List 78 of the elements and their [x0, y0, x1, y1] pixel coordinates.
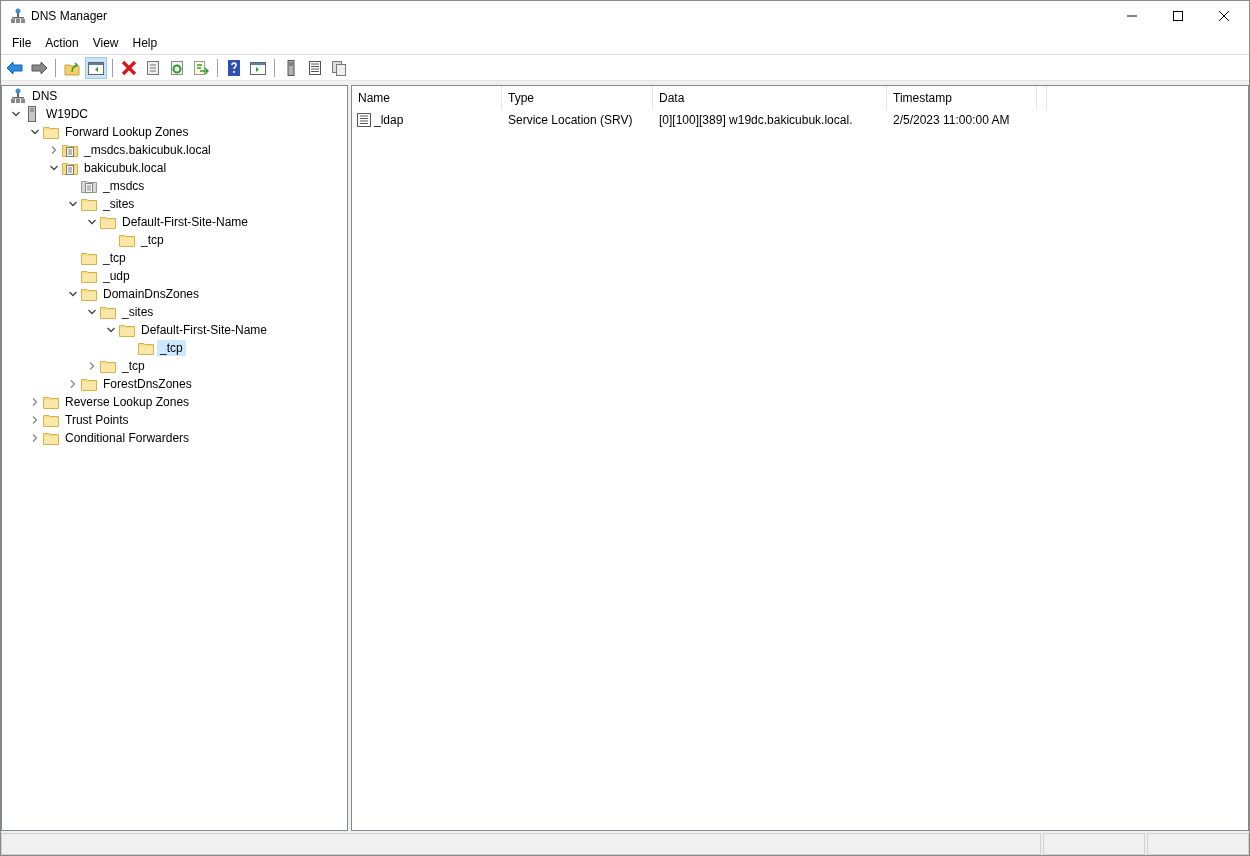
zone-file-icon	[62, 160, 78, 176]
folder-icon	[119, 322, 135, 338]
folder-icon	[138, 340, 154, 356]
chevron-down-icon[interactable]	[87, 217, 97, 227]
tree-item[interactable]: bakicubuk.local	[81, 160, 170, 176]
column-header[interactable]: Name	[352, 86, 502, 110]
tree-item[interactable]: ForestDnsZones	[100, 376, 195, 392]
copy-icon	[330, 58, 348, 77]
tree-item[interactable]: Trust Points	[62, 412, 132, 428]
folder-icon	[81, 286, 97, 302]
chevron-right-icon[interactable]	[87, 361, 97, 371]
folder-icon	[81, 196, 97, 212]
table-cell: 2/5/2023 11:00:00 AM	[893, 113, 1010, 127]
delete-icon	[120, 58, 138, 77]
tree-item[interactable]: _udp	[100, 268, 133, 284]
column-header[interactable]: Timestamp	[887, 86, 1037, 110]
table-cell: Service Location (SRV)	[508, 113, 633, 127]
chevron-down-icon[interactable]	[11, 109, 21, 119]
folder-icon	[119, 232, 135, 248]
tree-item[interactable]: DNS	[29, 88, 61, 104]
chevron-down-icon[interactable]	[106, 325, 116, 335]
tree-item[interactable]: _tcp	[119, 358, 148, 374]
menu-item[interactable]: View	[85, 33, 126, 52]
chevron-right-icon[interactable]	[68, 379, 78, 389]
folder-icon	[81, 250, 97, 266]
tree-item[interactable]: Conditional Forwarders	[62, 430, 193, 446]
folder-icon	[43, 430, 59, 446]
tree-item[interactable]: _msdcs.bakicubuk.local	[81, 142, 214, 158]
toolbar-button[interactable]	[85, 56, 107, 79]
tree-item[interactable]: Default-First-Site-Name	[119, 214, 252, 230]
chevron-down-icon[interactable]	[30, 127, 40, 137]
chevron-right-icon[interactable]	[30, 433, 40, 443]
folder-icon	[43, 394, 59, 410]
menu-item[interactable]: Action	[38, 33, 86, 52]
delegated-zone-icon	[81, 178, 97, 194]
folder-icon	[100, 358, 116, 374]
network-icon	[10, 88, 26, 104]
menu-item[interactable]: File	[5, 33, 39, 52]
tree-item[interactable]: _tcp	[100, 250, 129, 266]
tree-item[interactable]: Reverse Lookup Zones	[62, 394, 193, 410]
close-icon[interactable]	[1219, 11, 1229, 21]
tree-item[interactable]: _tcp	[157, 340, 186, 356]
properties-icon	[144, 58, 162, 77]
chevron-down-icon[interactable]	[87, 307, 97, 317]
chevron-right-icon[interactable]	[49, 145, 59, 155]
maximize-icon[interactable]	[1173, 11, 1183, 21]
table-cell[interactable]: _ldap	[374, 113, 404, 127]
chevron-right-icon[interactable]	[30, 415, 40, 425]
chevron-down-icon[interactable]	[68, 289, 78, 299]
folder-icon	[100, 304, 116, 320]
tree-item[interactable]: W19DC	[43, 106, 91, 122]
network-icon	[10, 8, 26, 24]
tree-item[interactable]: _msdcs	[100, 178, 148, 194]
window-title: DNS Manager	[31, 9, 108, 23]
chevron-down-icon[interactable]	[49, 163, 59, 173]
list-icon	[306, 58, 324, 77]
chevron-right-icon[interactable]	[30, 397, 40, 407]
column-header[interactable]: Data	[653, 86, 887, 110]
tree-item[interactable]: Default-First-Site-Name	[138, 322, 271, 338]
tree-item[interactable]: Forward Lookup Zones	[62, 124, 192, 140]
tree-item[interactable]: DomainDnsZones	[100, 286, 203, 302]
folder-icon	[81, 376, 97, 392]
folder-icon	[81, 268, 97, 284]
help-icon	[225, 58, 243, 77]
folder-icon	[43, 124, 59, 140]
tree-item[interactable]: _tcp	[138, 232, 167, 248]
chevron-down-icon[interactable]	[68, 199, 78, 209]
menu-item[interactable]: Help	[125, 33, 165, 52]
export-list-icon	[192, 58, 210, 77]
record-icon	[356, 112, 372, 128]
column-header[interactable]: Type	[502, 86, 653, 110]
table-cell: [0][100][389] w19dc.bakicubuk.local.	[659, 113, 853, 127]
folder-icon	[100, 214, 116, 230]
tree-item[interactable]: _sites	[100, 196, 138, 212]
folder-icon	[43, 412, 59, 428]
zone-file-icon	[62, 142, 78, 158]
tree-item[interactable]: _sites	[119, 304, 157, 320]
refresh-icon	[168, 58, 186, 77]
